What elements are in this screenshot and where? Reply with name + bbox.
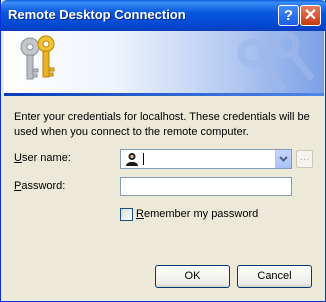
keys-icon — [20, 35, 55, 80]
ok-button[interactable]: OK — [155, 265, 230, 288]
password-label-text: assword: — [21, 180, 66, 192]
help-button[interactable]: ? — [278, 5, 299, 26]
remember-password-checkbox[interactable] — [120, 208, 133, 221]
user-icon — [126, 153, 138, 166]
dropdown-arrow-icon — [279, 156, 288, 162]
username-combobox[interactable] — [120, 149, 292, 169]
text-caret — [143, 153, 144, 165]
remember-password-label[interactable]: Remember my password — [136, 208, 258, 220]
help-icon: ? — [283, 7, 294, 24]
username-dropdown-button[interactable] — [275, 150, 291, 168]
rdc-credentials-dialog: Remote Desktop Connection ? ✕ Enter your… — [0, 0, 326, 302]
password-input[interactable] — [120, 177, 292, 196]
header-banner — [4, 31, 324, 93]
username-label-text: ser name: — [21, 152, 71, 164]
password-label: Password: — [14, 180, 65, 192]
username-label-mnemonic: U — [14, 152, 22, 164]
credentials-message: Enter your credentials for localhost. Th… — [14, 111, 310, 138]
title-bar[interactable]: Remote Desktop Connection ? ✕ — [1, 0, 326, 31]
close-icon: ✕ — [303, 7, 318, 24]
close-button[interactable]: ✕ — [300, 5, 321, 26]
dialog-body: Enter your credentials for localhost. Th… — [4, 96, 324, 299]
browse-user-button[interactable]: ... — [296, 150, 313, 168]
username-label: User name: — [14, 152, 71, 164]
remember-label-mnemonic: R — [136, 208, 144, 220]
window-title: Remote Desktop Connection — [8, 7, 186, 22]
banner-watermark-graphic — [237, 31, 315, 92]
remember-label-text: emember my password — [143, 208, 259, 220]
cancel-button[interactable]: Cancel — [237, 265, 312, 288]
